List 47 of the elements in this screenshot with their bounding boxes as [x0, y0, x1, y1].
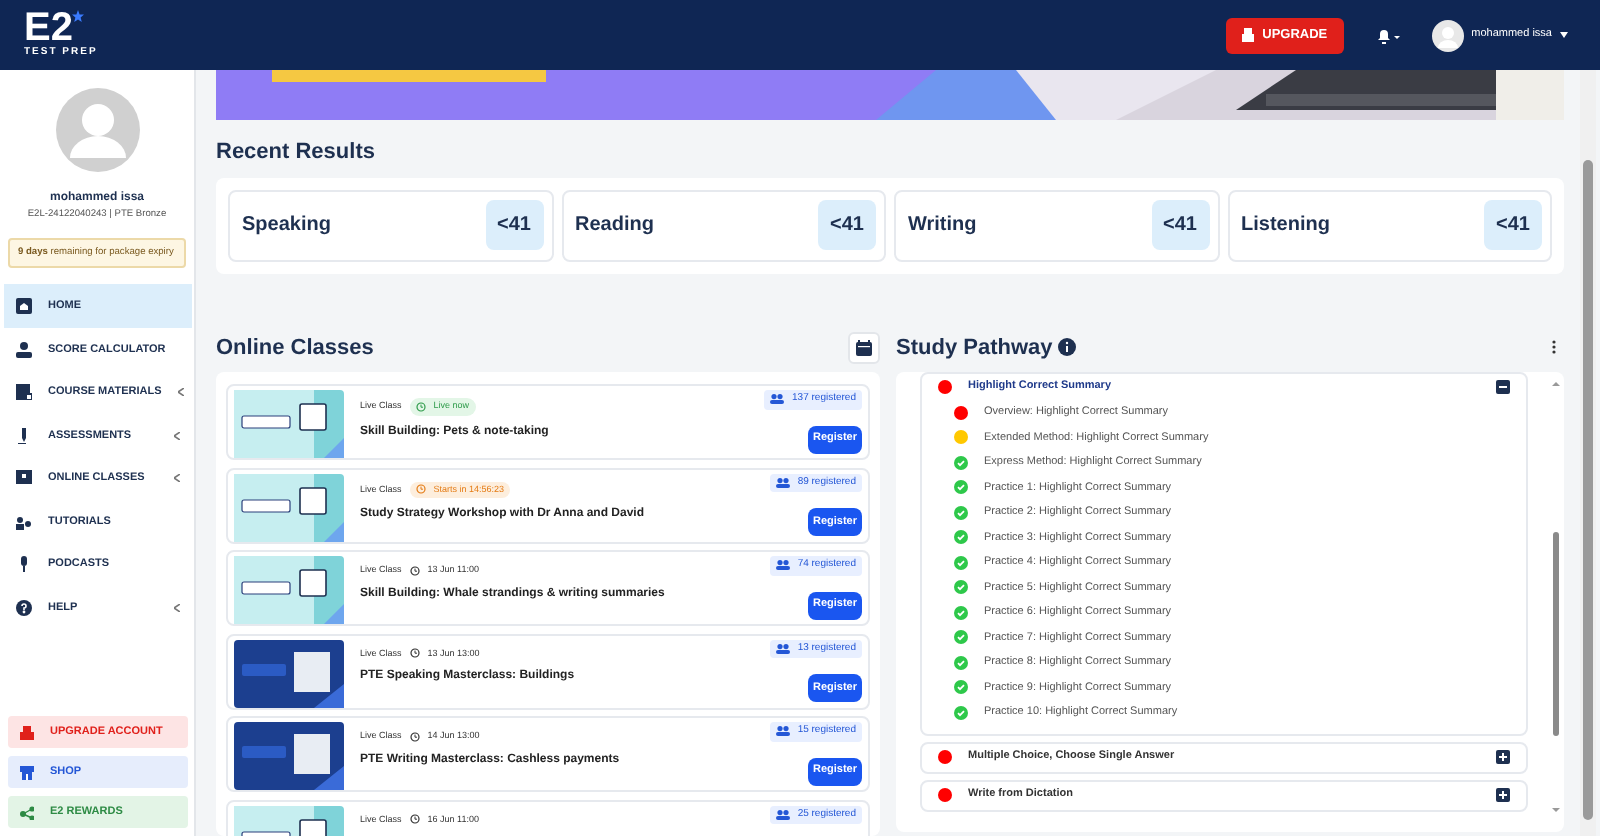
- info-icon: [1058, 338, 1077, 357]
- people-icon: [16, 513, 32, 530]
- avatar-icon: [53, 86, 141, 174]
- gift-icon: [20, 725, 34, 739]
- expand-icon[interactable]: [1496, 750, 1510, 764]
- logo-text: E2: [24, 9, 73, 46]
- score-value: <41: [818, 200, 876, 250]
- score-value: <41: [1484, 200, 1542, 250]
- people-icon: [775, 560, 790, 571]
- clock-icon: [415, 484, 426, 495]
- people-icon: [770, 394, 785, 405]
- clock-icon: [409, 814, 420, 825]
- microphone-icon: [16, 556, 32, 573]
- people-icon: [775, 726, 790, 737]
- notification-bell-icon[interactable]: [1375, 27, 1400, 43]
- star-icon: [72, 9, 85, 22]
- people-icon: [775, 643, 790, 654]
- collapse-icon[interactable]: [1496, 380, 1510, 394]
- clock-icon: [409, 648, 420, 659]
- skill-name: Reading: [575, 212, 654, 240]
- people-icon: [775, 809, 790, 820]
- clock-icon: [409, 565, 420, 576]
- home-icon: [16, 298, 32, 315]
- gift-icon: [1242, 28, 1255, 42]
- help-icon: [16, 599, 32, 616]
- board-icon: [16, 470, 32, 487]
- calendar-icon: [856, 339, 872, 356]
- section-title: Study Pathway: [896, 333, 1053, 363]
- skill-name: Writing: [908, 212, 977, 240]
- share-icon: [20, 805, 34, 819]
- section-title: Recent Results: [216, 138, 377, 168]
- book-icon: [16, 384, 32, 401]
- avatar-icon: [1431, 19, 1464, 51]
- people-icon: [775, 477, 790, 488]
- clock-icon: [415, 401, 426, 412]
- section-title: Online Classes: [216, 333, 374, 363]
- calendar-button[interactable]: [848, 331, 880, 364]
- caret-icon: [1560, 32, 1568, 38]
- store-icon: [20, 765, 34, 779]
- skill-name: Speaking: [242, 212, 331, 240]
- score-value: <41: [485, 200, 543, 250]
- skill-name: Listening: [1241, 212, 1330, 240]
- expand-icon[interactable]: [1496, 788, 1510, 802]
- clock-icon: [409, 731, 420, 742]
- score-value: <41: [1151, 200, 1209, 250]
- person-icon: [16, 341, 32, 358]
- pen-icon: [16, 427, 32, 444]
